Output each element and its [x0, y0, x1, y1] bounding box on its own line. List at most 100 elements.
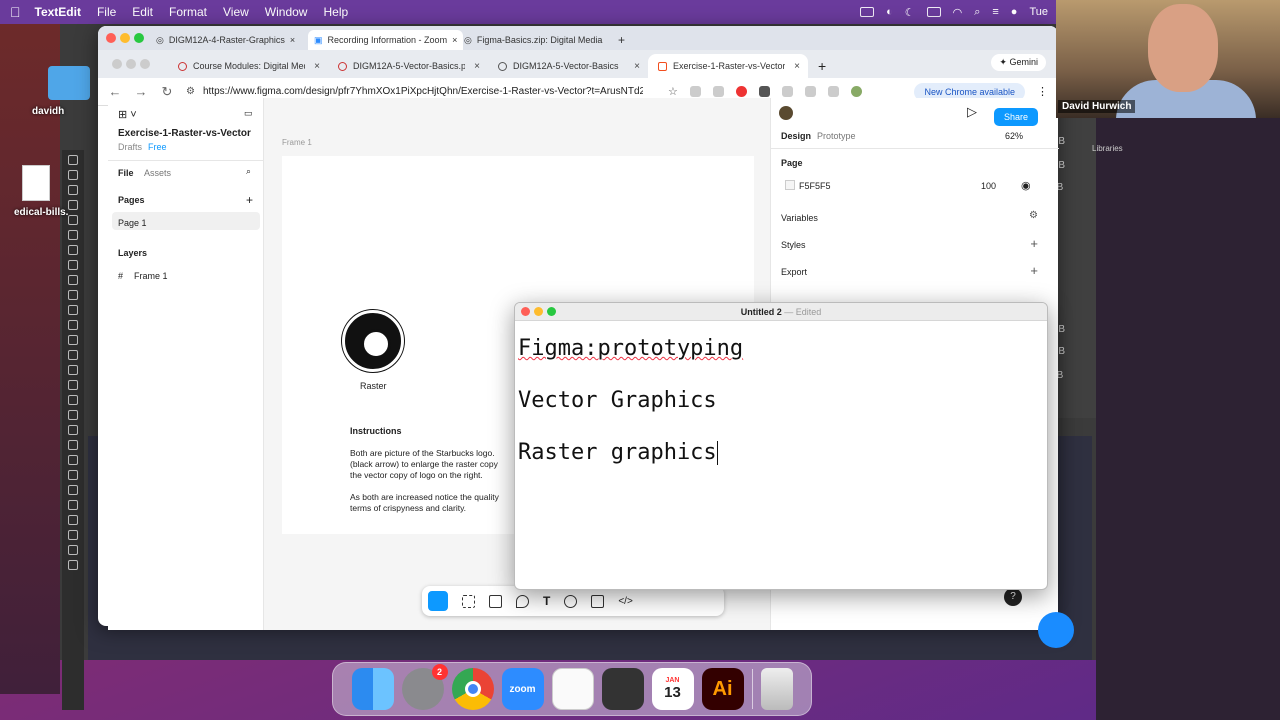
screen-share-icon[interactable] [860, 7, 875, 17]
minimize-window-button[interactable] [534, 307, 543, 316]
page-item[interactable]: Page 1 [118, 218, 147, 228]
apple-icon[interactable]:  [10, 4, 21, 20]
search-icon[interactable]: ⌕ [246, 166, 251, 177]
system-settings-icon[interactable]: 2 [401, 664, 448, 710]
magic-wand-icon[interactable] [68, 185, 78, 195]
download-icon[interactable] [827, 86, 839, 97]
site-settings-icon[interactable]: ⚙ [186, 86, 195, 97]
plan-badge[interactable]: Free [148, 142, 167, 152]
zoom-window-button[interactable] [547, 307, 556, 316]
gemini-button[interactable]: ✦ Gemini [991, 54, 1046, 71]
text-line[interactable]: Vector Graphics [518, 388, 717, 413]
tab-file[interactable]: File [118, 168, 134, 178]
scale-tool-icon[interactable] [68, 350, 78, 360]
illustrator-toolbar[interactable] [62, 150, 84, 710]
tab-vector-basics-pdf[interactable]: DIGM12A-5-Vector-Basics.pdf × [328, 54, 488, 78]
add-export-icon[interactable]: + [1030, 263, 1038, 278]
document-icon[interactable] [22, 165, 50, 201]
dev-mode-icon[interactable]: </> [618, 596, 632, 607]
calculator-icon[interactable] [601, 668, 644, 710]
extension-icon[interactable] [689, 86, 701, 97]
extensions-puzzle-icon[interactable] [804, 86, 816, 97]
rectangle-tool-icon[interactable] [489, 594, 502, 608]
more-menu-icon[interactable]: ⋮ [1037, 85, 1048, 98]
menu-file[interactable]: File [97, 5, 116, 19]
back-arrow-icon[interactable]: ← [108, 84, 122, 99]
pencil-tool-icon[interactable] [68, 305, 78, 315]
rectangle-tool-icon[interactable] [68, 275, 78, 285]
menu-view[interactable]: View [223, 5, 249, 19]
frame-label[interactable]: Frame 1 [282, 138, 312, 147]
tab-vector-basics[interactable]: DIGM12A-5-Vector-Basics × [488, 54, 648, 78]
visibility-eye-icon[interactable]: ◉ [1021, 179, 1031, 192]
control-center-icon[interactable]: ≡ [992, 6, 998, 18]
close-icon[interactable]: × [794, 61, 800, 72]
profile-avatar[interactable] [850, 86, 862, 97]
actions-icon[interactable] [591, 594, 605, 608]
search-icon[interactable]: ⌕ [974, 6, 980, 19]
siri-icon[interactable]: ● [1011, 6, 1018, 18]
chat-support-icon[interactable] [1038, 612, 1074, 648]
text-tool-icon[interactable]: T [543, 594, 550, 608]
close-icon[interactable]: × [290, 35, 295, 45]
page-color-swatch[interactable] [785, 180, 795, 190]
page-opacity-value[interactable]: 100 [981, 181, 996, 191]
extension-icon[interactable] [712, 86, 724, 97]
close-window-button[interactable] [521, 307, 530, 316]
menu-help[interactable]: Help [323, 5, 348, 19]
trash-icon[interactable] [760, 668, 793, 710]
chrome-icon[interactable] [451, 668, 494, 710]
tab-design[interactable]: Design [781, 131, 811, 141]
rotate-tool-icon[interactable] [68, 335, 78, 345]
close-icon[interactable]: × [634, 61, 640, 72]
zoom-window-button[interactable] [134, 33, 144, 43]
extension-icon[interactable] [758, 86, 770, 97]
free-transform-icon[interactable] [68, 380, 78, 390]
top-tab[interactable]: ◎ DIGM12A-4-Raster-Graphics × [156, 30, 295, 50]
tab-prototype[interactable]: Prototype [817, 131, 856, 141]
drafts-label[interactable]: Drafts [118, 142, 142, 152]
help-icon[interactable]: ? [1004, 588, 1022, 606]
menu-window[interactable]: Window [265, 5, 308, 19]
move-tool-icon[interactable] [428, 591, 448, 611]
focus-moon-icon[interactable]: ☾ [905, 6, 915, 19]
user-avatar[interactable] [779, 106, 793, 120]
top-tab[interactable]: ◎ Figma-Basics.zip: Digital Media [464, 30, 602, 50]
minimize-window-button[interactable] [126, 59, 136, 69]
close-icon[interactable]: × [314, 61, 320, 72]
close-icon[interactable]: × [452, 35, 457, 45]
symbol-sprayer-icon[interactable] [68, 485, 78, 495]
frame-tool-icon[interactable] [462, 594, 475, 608]
menu-format[interactable]: Format [169, 5, 207, 19]
comment-tool-icon[interactable] [564, 594, 578, 608]
variables-settings-icon[interactable]: ⚙ [1029, 210, 1038, 221]
new-tab-button[interactable]: + [618, 30, 625, 50]
wifi-icon[interactable]: ◠ [953, 6, 963, 19]
brush-tool-icon[interactable] [68, 290, 78, 300]
minimize-window-button[interactable] [120, 33, 130, 43]
slice-tool-icon[interactable] [68, 530, 78, 540]
text-line[interactable]: Raster graphics [518, 440, 717, 465]
pen-tool-icon[interactable] [516, 594, 529, 608]
vpn-icon[interactable]: ◐ [886, 6, 893, 18]
folder-icon[interactable] [48, 66, 90, 100]
finder-icon[interactable] [351, 668, 394, 710]
tab-exercise-1[interactable]: Exercise-1-Raster-vs-Vector × [648, 54, 808, 78]
shape-builder-icon[interactable] [68, 395, 78, 405]
menu-app-name[interactable]: TextEdit [35, 5, 81, 19]
artboard-tool-icon[interactable] [68, 515, 78, 525]
new-tab-button[interactable]: + [808, 58, 836, 78]
extension-icon[interactable] [781, 86, 793, 97]
close-icon[interactable]: × [474, 61, 480, 72]
file-name[interactable]: Exercise-1-Raster-vs-Vector [118, 128, 251, 139]
perspective-icon[interactable] [68, 410, 78, 420]
bookmark-star-icon[interactable]: ☆ [668, 85, 678, 98]
blend-icon[interactable] [68, 470, 78, 480]
forward-arrow-icon[interactable]: → [134, 84, 148, 99]
panel-toggle-icon[interactable]: ▭ [244, 108, 253, 119]
text-line[interactable]: Figma:prototyping [518, 336, 743, 361]
line-tool-icon[interactable] [68, 260, 78, 270]
warp-tool-icon[interactable] [68, 365, 78, 375]
tab-assets[interactable]: Assets [144, 168, 171, 178]
close-window-button[interactable] [112, 59, 122, 69]
